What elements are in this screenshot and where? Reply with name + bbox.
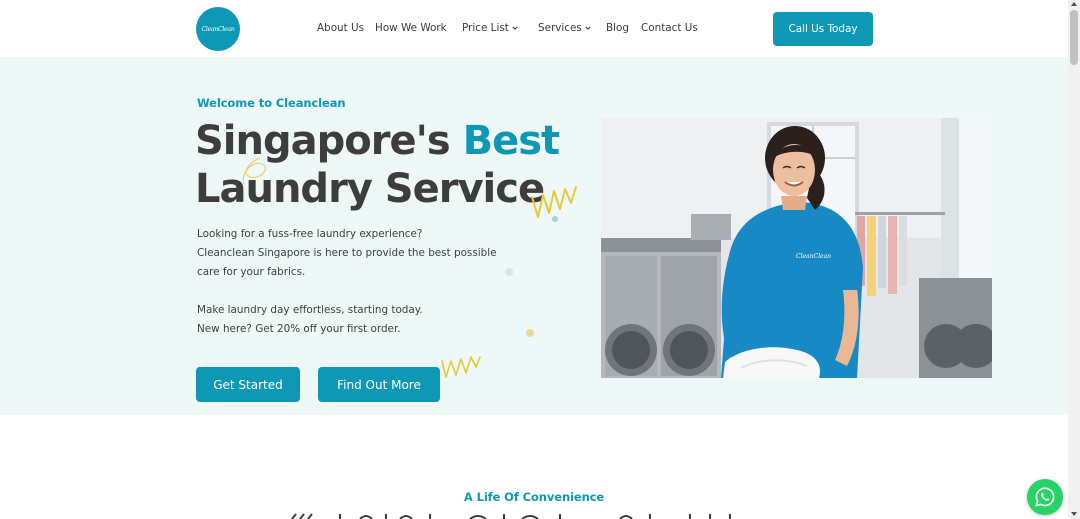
desc-line: Cleanclean Singapore is here to provide … (197, 247, 497, 259)
scroll-up-arrow-icon[interactable] (1071, 2, 1077, 6)
get-started-button[interactable]: Get Started (196, 367, 300, 402)
hero-section: Welcome to Cleanclean Singapore's Best L… (0, 57, 1068, 415)
desc-line: care for your fabrics. (197, 266, 306, 278)
shirt-logo-text: CleanClean (796, 253, 831, 260)
nav-price-list[interactable]: Price List (462, 22, 518, 34)
chevron-down-icon (585, 26, 591, 30)
nav-label: How We Work (375, 22, 447, 34)
call-us-button[interactable]: Call Us Today (773, 12, 873, 46)
find-out-more-button[interactable]: Find Out More (318, 367, 440, 402)
swirl-decoration (242, 157, 267, 185)
nav-label: Price List (462, 22, 509, 34)
desc-line: Make laundry day effortless, starting to… (197, 304, 423, 316)
logo-text: CleanClean (201, 25, 235, 33)
zigzag-decoration (531, 186, 577, 222)
dot-decoration (526, 329, 534, 337)
nav-blog[interactable]: Blog (606, 22, 629, 34)
logo[interactable]: CleanClean (196, 7, 240, 51)
page-scrollbar[interactable] (1068, 0, 1080, 519)
nav-contact-us[interactable]: Contact Us (641, 22, 698, 34)
chevron-down-icon (512, 26, 518, 30)
headline-part1: Singapore's (195, 118, 463, 164)
nav-label: About Us (317, 22, 365, 34)
desc-spacer (197, 282, 497, 301)
whatsapp-icon (1035, 487, 1055, 507)
desc-line: Looking for a fuss-free laundry experien… (197, 228, 423, 240)
nav-how-we-work[interactable]: How We Work (375, 22, 447, 34)
whatsapp-button[interactable] (1027, 479, 1063, 515)
cut-off-heading (291, 513, 731, 519)
scroll-down-arrow-icon[interactable] (1071, 512, 1077, 516)
hero-description: Looking for a fuss-free laundry experien… (197, 225, 497, 339)
nav-services[interactable]: Services (538, 22, 591, 34)
nav-label: Blog (606, 22, 629, 34)
site-header: CleanClean About Us How We Work Price Li… (0, 0, 1068, 57)
nav-about-us[interactable]: About Us (317, 22, 364, 34)
zigzag-decoration (441, 356, 481, 378)
hero-eyebrow: Welcome to Cleanclean (197, 96, 346, 110)
section-eyebrow: A Life Of Convenience (463, 490, 605, 504)
desc-line: New here? Get 20% off your first order. (197, 323, 401, 335)
nav-label: Services (538, 22, 582, 34)
laundry-worker-illustration: CleanClean (601, 118, 992, 378)
dot-decoration (505, 268, 513, 276)
hero-photo: CleanClean (601, 118, 992, 378)
headline-accent: Best (462, 118, 561, 164)
nav-label: Contact Us (641, 22, 698, 34)
scroll-thumb[interactable] (1070, 10, 1078, 65)
